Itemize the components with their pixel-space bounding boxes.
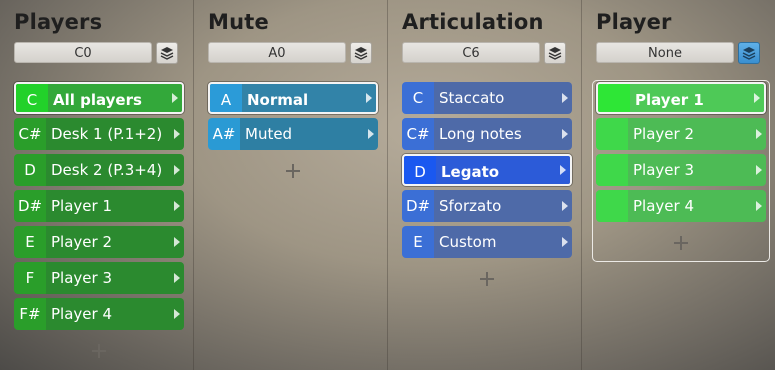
chevron-right-icon[interactable] bbox=[558, 118, 572, 150]
list-item[interactable]: E Player 2 bbox=[14, 226, 184, 258]
players-column: Players C0 C All players C# Desk 1 (P.1+… bbox=[0, 0, 193, 370]
list-item[interactable]: C Staccato bbox=[402, 82, 572, 114]
layers-icon[interactable] bbox=[738, 42, 760, 64]
list-item[interactable]: Player 2 bbox=[596, 118, 766, 150]
chevron-right-icon[interactable] bbox=[556, 156, 570, 184]
chevron-right-icon[interactable] bbox=[362, 84, 376, 112]
key-label: C# bbox=[402, 118, 434, 150]
list-item[interactable]: C All players bbox=[14, 82, 184, 114]
column-title: Articulation bbox=[402, 10, 544, 34]
key-label: E bbox=[402, 226, 434, 258]
list-item[interactable]: Player 4 bbox=[596, 190, 766, 222]
list-item[interactable]: A# Muted bbox=[208, 118, 378, 150]
item-label: Player 4 bbox=[628, 190, 752, 222]
item-label: All players bbox=[48, 84, 168, 112]
item-label: Custom bbox=[434, 226, 558, 258]
column-title: Player bbox=[596, 10, 672, 34]
key-label: A bbox=[210, 84, 242, 112]
chevron-right-icon[interactable] bbox=[750, 84, 764, 112]
item-label: Player 1 bbox=[630, 84, 750, 112]
item-label: Player 1 bbox=[46, 190, 170, 222]
plus-icon[interactable] bbox=[285, 163, 301, 179]
list-item[interactable]: F Player 3 bbox=[14, 262, 184, 294]
list-item[interactable]: D Legato bbox=[402, 154, 572, 186]
chevron-right-icon[interactable] bbox=[170, 154, 184, 186]
key-label: F# bbox=[14, 298, 46, 330]
key-label: D bbox=[404, 156, 436, 184]
chevron-right-icon[interactable] bbox=[170, 190, 184, 222]
chevron-right-icon[interactable] bbox=[752, 118, 766, 150]
articulation-column: Articulation C6 C Staccato C# Long notes… bbox=[388, 0, 581, 370]
item-label: Player 2 bbox=[46, 226, 170, 258]
mute-column: Mute A0 A Normal A# Muted bbox=[194, 0, 387, 370]
list-item[interactable]: Player 1 bbox=[596, 82, 766, 114]
item-label: Legato bbox=[436, 156, 556, 184]
trigger-note-select[interactable]: A0 bbox=[208, 42, 346, 63]
key-label bbox=[596, 118, 628, 150]
item-label: Sforzato bbox=[434, 190, 558, 222]
list-item[interactable]: Player 3 bbox=[596, 154, 766, 186]
list-item[interactable]: E Custom bbox=[402, 226, 572, 258]
trigger-note-select[interactable]: C0 bbox=[14, 42, 152, 63]
key-label bbox=[596, 190, 628, 222]
chevron-right-icon[interactable] bbox=[170, 118, 184, 150]
item-label: Player 2 bbox=[628, 118, 752, 150]
item-label: Desk 2 (P.3+4) bbox=[46, 154, 170, 186]
chevron-right-icon[interactable] bbox=[168, 84, 182, 112]
layers-icon[interactable] bbox=[350, 42, 372, 64]
key-label: C bbox=[16, 84, 48, 112]
list-item[interactable]: D# Player 1 bbox=[14, 190, 184, 222]
key-label: C bbox=[402, 82, 434, 114]
item-label: Player 3 bbox=[46, 262, 170, 294]
player-column: Player None Player 1 Player 2 Player 3 P… bbox=[582, 0, 775, 370]
chevron-right-icon[interactable] bbox=[170, 226, 184, 258]
key-label: C# bbox=[14, 118, 46, 150]
trigger-note-select[interactable]: C6 bbox=[402, 42, 540, 63]
item-label: Player 3 bbox=[628, 154, 752, 186]
column-title: Players bbox=[14, 10, 103, 34]
key-label bbox=[598, 84, 630, 112]
list-item[interactable]: F# Player 4 bbox=[14, 298, 184, 330]
item-label: Muted bbox=[240, 118, 364, 150]
plus-icon[interactable] bbox=[673, 235, 689, 251]
list-item[interactable]: C# Long notes bbox=[402, 118, 572, 150]
chevron-right-icon[interactable] bbox=[364, 118, 378, 150]
chevron-right-icon[interactable] bbox=[752, 190, 766, 222]
list-item[interactable]: D# Sforzato bbox=[402, 190, 572, 222]
chevron-right-icon[interactable] bbox=[558, 226, 572, 258]
key-label: F bbox=[14, 262, 46, 294]
item-label: Staccato bbox=[434, 82, 558, 114]
chevron-right-icon[interactable] bbox=[558, 190, 572, 222]
item-label: Player 4 bbox=[46, 298, 170, 330]
column-title: Mute bbox=[208, 10, 269, 34]
item-label: Desk 1 (P.1+2) bbox=[46, 118, 170, 150]
list-item[interactable]: A Normal bbox=[208, 82, 378, 114]
plus-icon[interactable] bbox=[479, 271, 495, 287]
key-label bbox=[596, 154, 628, 186]
list-item[interactable]: D Desk 2 (P.3+4) bbox=[14, 154, 184, 186]
chevron-right-icon[interactable] bbox=[558, 82, 572, 114]
plus-icon[interactable] bbox=[91, 343, 107, 359]
layers-icon[interactable] bbox=[156, 42, 178, 64]
list-item[interactable]: C# Desk 1 (P.1+2) bbox=[14, 118, 184, 150]
item-label: Normal bbox=[242, 84, 362, 112]
key-label: D# bbox=[402, 190, 434, 222]
trigger-note-select[interactable]: None bbox=[596, 42, 734, 63]
chevron-right-icon[interactable] bbox=[170, 298, 184, 330]
layers-icon[interactable] bbox=[544, 42, 566, 64]
key-label: A# bbox=[208, 118, 240, 150]
item-label: Long notes bbox=[434, 118, 558, 150]
key-label: E bbox=[14, 226, 46, 258]
key-label: D bbox=[14, 154, 46, 186]
key-label: D# bbox=[14, 190, 46, 222]
chevron-right-icon[interactable] bbox=[752, 154, 766, 186]
chevron-right-icon[interactable] bbox=[170, 262, 184, 294]
